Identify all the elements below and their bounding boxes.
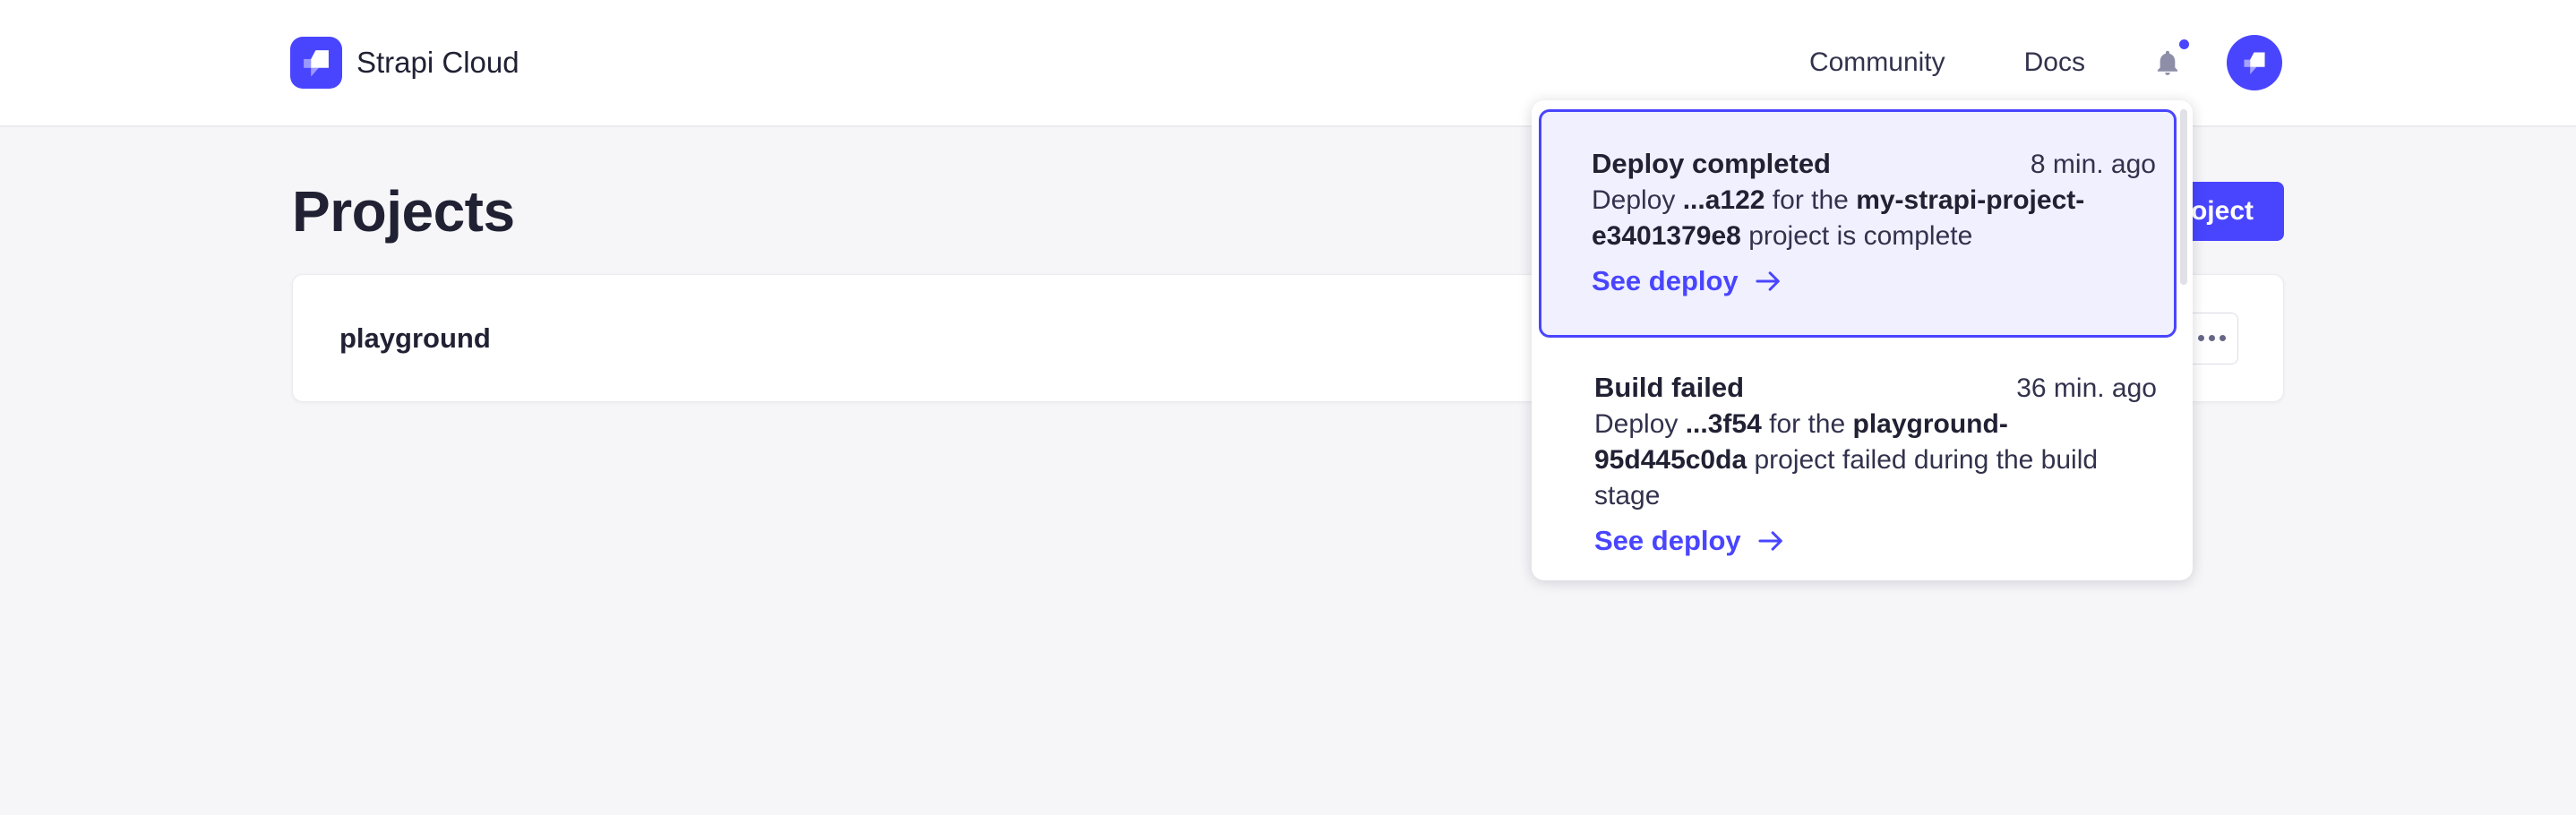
- user-avatar[interactable]: [2227, 35, 2282, 90]
- arrow-right-icon: [1753, 266, 1783, 296]
- notifications-list: Deploy completed 8 min. agoDeploy ...a122…: [1539, 109, 2177, 559]
- notification-title: Build failed: [1594, 370, 1744, 406]
- arrow-right-icon: [1756, 526, 1786, 556]
- notification-body: Deploy ...3f54 for the playground-95d445…: [1594, 407, 2157, 514]
- see-deploy-link[interactable]: See deploy: [1592, 263, 1783, 299]
- scrollbar-thumb[interactable]: [2180, 109, 2187, 285]
- notifications-dropdown: Deploy completed 8 min. agoDeploy ...a122…: [1532, 100, 2193, 580]
- notification-item[interactable]: Build failed 36 min. agoDeploy ...3f54 fo…: [1539, 338, 2177, 559]
- project-menu-button[interactable]: [2185, 313, 2238, 365]
- strapi-logo-icon: [290, 37, 342, 89]
- bell-icon: [2153, 47, 2182, 78]
- brand: Strapi Cloud: [290, 37, 519, 89]
- see-deploy-label: See deploy: [1594, 523, 1741, 559]
- see-deploy-label: See deploy: [1592, 263, 1739, 299]
- brand-name: Strapi Cloud: [356, 46, 519, 80]
- notification-time: 36 min. ago: [2016, 371, 2157, 407]
- notifications-button[interactable]: [2153, 47, 2184, 79]
- nav-community[interactable]: Community: [1809, 47, 1945, 78]
- notification-title-row: Deploy completed 8 min. ago: [1592, 146, 2156, 183]
- notification-item[interactable]: Deploy completed 8 min. agoDeploy ...a122…: [1539, 109, 2177, 338]
- strapi-logo[interactable]: [290, 37, 342, 89]
- notification-time: 8 min. ago: [2031, 147, 2156, 183]
- header-nav: Community Docs: [1809, 35, 2282, 90]
- more-options-icon: [2198, 335, 2204, 341]
- notification-body: Deploy ...a122 for the my-strapi-project…: [1592, 183, 2156, 254]
- nav-docs[interactable]: Docs: [2024, 47, 2085, 78]
- page-title: Projects: [292, 178, 515, 244]
- project-name: playground: [339, 322, 491, 355]
- unread-dot: [2179, 39, 2189, 49]
- notification-title: Deploy completed: [1592, 146, 1831, 182]
- notification-title-row: Build failed 36 min. ago: [1594, 370, 2157, 407]
- see-deploy-link[interactable]: See deploy: [1594, 523, 1786, 559]
- strapi-avatar-icon: [2233, 41, 2276, 84]
